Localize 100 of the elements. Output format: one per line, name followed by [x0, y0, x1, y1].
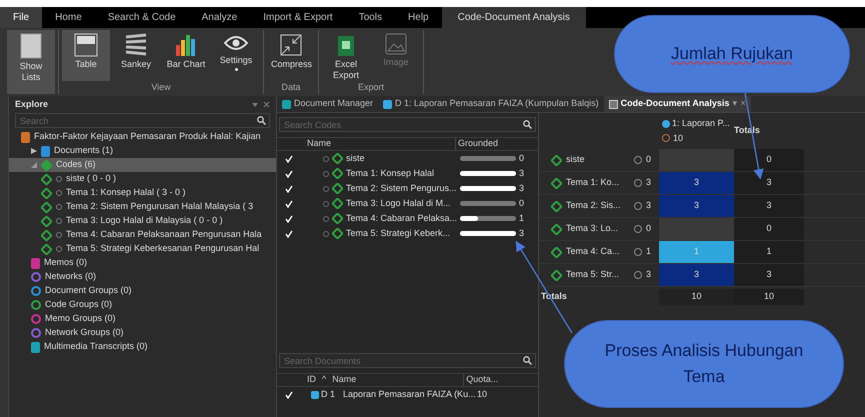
- callout-bubble: Jumlah Rujukan: [614, 15, 850, 93]
- column-header[interactable]: Name: [277, 137, 455, 151]
- folder-icon: [21, 132, 30, 142]
- tree-item[interactable]: Multimedia Transcripts (0): [9, 340, 276, 354]
- menu-tab[interactable]: Help: [395, 7, 442, 28]
- code-diamond-icon: [551, 246, 562, 258]
- tree-item[interactable]: Tema 3: Logo Halal di Malaysia ( 0 - 0 ): [9, 214, 276, 228]
- matrix-cell: 3: [659, 195, 734, 217]
- checkbox[interactable]: [285, 230, 293, 238]
- checkbox[interactable]: [285, 214, 293, 222]
- code-diamond-icon: [41, 244, 52, 254]
- ribbon-button[interactable]: Excel Export: [322, 30, 370, 81]
- tree-item[interactable]: siste ( 0 - 0 ): [9, 172, 276, 186]
- tree-item[interactable]: Tema 2: Sistem Pengurusan Halal Malaysia ( 3: [9, 200, 276, 214]
- column-header[interactable]: Name: [332, 373, 458, 387]
- document-tab[interactable]: D 1: Laporan Pemasaran FAIZA (Kumpulan Balqis): [378, 96, 604, 112]
- code-diamond-icon: [332, 198, 343, 209]
- total-cell: 3: [734, 195, 804, 217]
- tree-item[interactable]: Tema 5: Strategi Keberkesanan Pengurusan Hal: [9, 242, 276, 256]
- ribbon-button[interactable]: Bar Chart: [162, 30, 210, 80]
- tree-item[interactable]: Tema 4: Cabaran Pelaksanaan Pengurusan Hala: [9, 228, 276, 242]
- document-tab[interactable]: Document Manager: [277, 96, 378, 112]
- code-diamond-icon: [332, 213, 343, 224]
- ribbon-button[interactable]: Sankey: [112, 30, 160, 80]
- code-count: 1: [646, 245, 652, 258]
- tree-item[interactable]: Memo Groups (0): [9, 312, 276, 326]
- ribbon-button[interactable]: Show Lists: [7, 30, 55, 94]
- sankey-icon: [124, 33, 148, 57]
- tree-item[interactable]: Tema 1: Konsep Halal ( 3 - 0 ): [9, 186, 276, 200]
- quotation-icon: [634, 202, 642, 210]
- tree-item[interactable]: Documents (1): [9, 144, 276, 158]
- ribbon-button[interactable]: Compress: [267, 30, 315, 80]
- grounded-count: 0: [519, 152, 524, 165]
- expand-arrow-icon[interactable]: [31, 148, 37, 154]
- checkbox[interactable]: [285, 184, 293, 192]
- code-diamond-icon: [41, 160, 52, 170]
- tree-item[interactable]: Network Groups (0): [9, 326, 276, 340]
- checkbox[interactable]: [285, 170, 293, 178]
- ribbon-button[interactable]: Table: [62, 30, 110, 80]
- code-name: Tema 4: Ca...: [566, 245, 621, 258]
- code-diamond-icon: [551, 270, 562, 280]
- checkbox[interactable]: [285, 154, 293, 162]
- group-label: View: [150, 80, 172, 94]
- column-header[interactable]: Grounded: [455, 137, 498, 151]
- menu-tab[interactable]: Tools: [346, 7, 396, 28]
- code-count: 0: [646, 153, 652, 166]
- total-cell: 0: [734, 218, 804, 240]
- group-label: Data: [280, 80, 302, 94]
- quotation-icon: [634, 179, 642, 187]
- total-cell: 3: [734, 264, 804, 286]
- checkbox[interactable]: [285, 391, 293, 399]
- grounded-count: 0: [519, 196, 524, 210]
- folder-icon: [31, 342, 40, 352]
- code-name: siste: [346, 152, 366, 165]
- search-field[interactable]: Search Codes: [279, 117, 536, 132]
- code-diamond-icon: [551, 178, 562, 188]
- menu-tab[interactable]: Analyze: [188, 7, 250, 28]
- column-count: 10: [673, 132, 684, 144]
- document-tab[interactable]: Code-Document Analysis ▾ ×: [604, 96, 751, 112]
- menu-tab[interactable]: File: [0, 7, 42, 28]
- search-field[interactable]: Search Documents: [279, 353, 536, 368]
- column-header[interactable]: Quota...: [463, 373, 498, 387]
- code-diamond-icon: [332, 228, 343, 239]
- column-header[interactable]: ID: [307, 373, 316, 387]
- code-name: Tema 5: Strategi Keberk...: [346, 226, 452, 240]
- code-name: siste: [566, 153, 586, 166]
- menu-tab[interactable]: Import & Export: [250, 7, 346, 28]
- group-label: Export: [356, 81, 385, 94]
- table-icon: [74, 33, 98, 57]
- folder-icon: [31, 258, 40, 268]
- code-count: 3: [646, 199, 652, 212]
- code-name: Tema 2: Sistem Pengurus...: [346, 182, 458, 195]
- tree-item[interactable]: Codes (6): [9, 158, 276, 172]
- ribbon-button[interactable]: Settings: [212, 30, 260, 80]
- bar-chart-icon: [174, 33, 198, 57]
- tree-item[interactable]: Code Groups (0): [9, 298, 276, 312]
- sort-arrow-icon[interactable]: ^: [322, 373, 326, 387]
- pin-close-icon[interactable]: [252, 102, 270, 108]
- tree-item[interactable]: Faktor-Faktor Kejayaan Pemasaran Produk Halal: Kajian: [9, 130, 276, 144]
- quotation-icon: [634, 156, 642, 164]
- code-count: 0: [646, 222, 652, 236]
- tree-item[interactable]: Memos (0): [9, 256, 276, 270]
- eye-icon: [224, 33, 248, 53]
- quotation-icon: [634, 271, 642, 279]
- menu-tab[interactable]: Home: [42, 7, 95, 28]
- total-cell: 10: [659, 289, 734, 305]
- grounded-count: 3: [519, 226, 524, 240]
- checkbox[interactable]: [285, 200, 293, 208]
- tree-item[interactable]: Networks (0): [9, 270, 276, 284]
- code-diamond-icon: [332, 168, 343, 179]
- code-diamond-icon: [41, 230, 52, 240]
- code-diamond-icon: [41, 188, 52, 198]
- tree-item[interactable]: Document Groups (0): [9, 284, 276, 298]
- callout-bubble: Proses Analisis Hubungan Tema: [564, 320, 844, 408]
- search-field[interactable]: Search: [15, 113, 270, 128]
- code-diamond-icon: [551, 224, 562, 234]
- menu-tab[interactable]: Code-Document Analysis: [442, 7, 586, 28]
- quotation-count: 10: [477, 388, 488, 402]
- grounded-count: 1: [519, 212, 524, 225]
- menu-tab[interactable]: Search & Code: [94, 7, 189, 28]
